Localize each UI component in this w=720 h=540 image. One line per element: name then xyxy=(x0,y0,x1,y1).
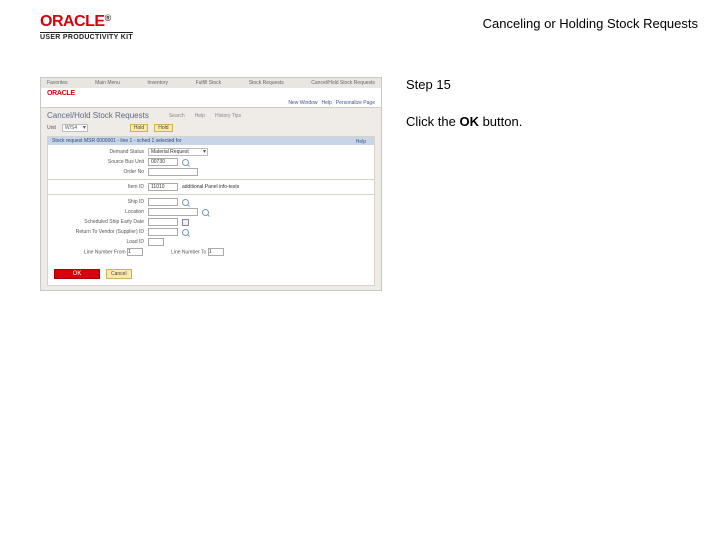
form-row: Load ID xyxy=(54,238,368,246)
form-row: Ship ID xyxy=(54,198,368,206)
form-panel: Stock request MSR 0000001 - line 1 - sch… xyxy=(47,136,375,286)
ok-button[interactable]: OK xyxy=(54,269,100,279)
field-label: Demand Status xyxy=(54,149,144,155)
divider xyxy=(48,194,374,195)
step-label: Step 15 xyxy=(406,77,698,92)
line-range-row: Line Number From 1 Line Number To 1 xyxy=(54,248,368,256)
form-row: Source Bus Unit 00730 xyxy=(54,158,368,166)
shot-tabs: Search Help History Tips xyxy=(169,113,241,119)
unit-label: Unit xyxy=(47,125,56,131)
lookup-icon xyxy=(182,199,189,206)
tab: Search xyxy=(169,113,185,119)
brand-text: ORACLE xyxy=(40,13,105,30)
instruction-column: Step 15 Click the OK button. xyxy=(406,77,698,291)
tab: History Tips xyxy=(215,113,241,119)
form-row: Scheduled Ship Early Date xyxy=(54,218,368,226)
unit-value: W/S4 xyxy=(63,125,77,131)
sched-ship-input xyxy=(148,218,178,226)
location-input xyxy=(148,208,198,216)
breadcrumb-strip: Favorites Main Menu Inventory Fulfill St… xyxy=(41,78,381,88)
mini-oracle-logo: ORACLE xyxy=(47,90,75,97)
registered-mark: ® xyxy=(105,13,111,23)
form-row: Demand Status Material Request xyxy=(54,148,368,156)
shot-page-title: Cancel/Hold Stock Requests xyxy=(47,111,149,120)
unit-select: W/S4 xyxy=(62,124,88,132)
oracle-logo: ORACLE® xyxy=(40,14,133,30)
instr-bold: OK xyxy=(459,114,479,129)
item-note: additional Panel info-tests xyxy=(182,184,239,190)
mini-button: Hold xyxy=(130,124,148,132)
field-label: Return To Vendor (Supplier) ID xyxy=(54,229,144,235)
help-link: Help xyxy=(356,139,366,145)
lookup-icon xyxy=(202,209,209,216)
page-title: Canceling or Holding Stock Requests xyxy=(483,14,698,31)
instruction-text: Click the OK button. xyxy=(406,114,698,129)
lookup-icon xyxy=(182,159,189,166)
logo-block: ORACLE® USER PRODUCTIVITY KIT xyxy=(40,14,133,41)
source-bu-input: 00730 xyxy=(148,158,178,166)
upk-label: USER PRODUCTIVITY KIT xyxy=(40,32,133,41)
instr-pre: Click the xyxy=(406,114,459,129)
sub-link-strip: New Window Help Personalize Page xyxy=(41,99,381,108)
form-row: Item ID 11010 additional Panel info-test… xyxy=(54,183,368,191)
breadcrumb-item: Main Menu xyxy=(95,80,120,86)
header: ORACLE® USER PRODUCTIVITY KIT Canceling … xyxy=(0,0,720,47)
load-id-input xyxy=(148,238,164,246)
breadcrumb-item: Stock Requests xyxy=(249,80,284,86)
instr-post: button. xyxy=(479,114,522,129)
form-row: Location xyxy=(54,208,368,216)
form-row: Return To Vendor (Supplier) ID xyxy=(54,228,368,236)
order-no-input xyxy=(148,168,198,176)
app-screenshot: Favorites Main Menu Inventory Fulfill St… xyxy=(40,77,382,291)
line-to-label: Line Number To xyxy=(171,249,206,255)
brand-strip: ORACLE xyxy=(41,88,381,99)
field-label: Order No xyxy=(54,169,144,175)
divider xyxy=(48,179,374,180)
breadcrumb-item: Inventory xyxy=(147,80,168,86)
item-id-input: 11010 xyxy=(148,183,178,191)
shot-page-title-row: Cancel/Hold Stock Requests Search Help H… xyxy=(41,108,381,122)
ship-id-input xyxy=(148,198,178,206)
field-label: Item ID xyxy=(54,184,144,190)
calendar-icon xyxy=(182,219,189,226)
line-from-input: 1 xyxy=(127,248,143,256)
cancel-button[interactable]: Cancel xyxy=(106,269,132,279)
field-label: Location xyxy=(54,209,144,215)
demand-status-select: Material Request xyxy=(148,148,208,156)
line-from-label: Line Number From xyxy=(84,249,126,255)
field-label: Ship ID xyxy=(54,199,144,205)
lookup-icon xyxy=(182,229,189,236)
line-to-input: 1 xyxy=(208,248,224,256)
form-row: Order No xyxy=(54,168,368,176)
breadcrumb-item: Fulfill Stock xyxy=(196,80,222,86)
sub-link: Personalize Page xyxy=(336,100,375,106)
field-label: Scheduled Ship Early Date xyxy=(54,219,144,225)
page: ORACLE® USER PRODUCTIVITY KIT Canceling … xyxy=(0,0,720,540)
field-label: Load ID xyxy=(54,239,144,245)
unit-bar: Unit W/S4 Hold Hold xyxy=(41,122,381,134)
rtv-id-input xyxy=(148,228,178,236)
screenshot-column: Favorites Main Menu Inventory Fulfill St… xyxy=(40,77,382,291)
breadcrumb-item: Favorites xyxy=(47,80,68,86)
mini-button: Hold xyxy=(154,124,172,132)
form-header: Stock request MSR 0000001 - line 1 - sch… xyxy=(48,137,374,145)
tab: Help xyxy=(195,113,205,119)
field-label: Source Bus Unit xyxy=(54,159,144,165)
breadcrumb-item: Cancel/Hold Stock Requests xyxy=(311,80,375,86)
body: Favorites Main Menu Inventory Fulfill St… xyxy=(0,47,720,291)
sub-link: New Window xyxy=(288,100,317,106)
sub-link: Help xyxy=(322,100,332,106)
